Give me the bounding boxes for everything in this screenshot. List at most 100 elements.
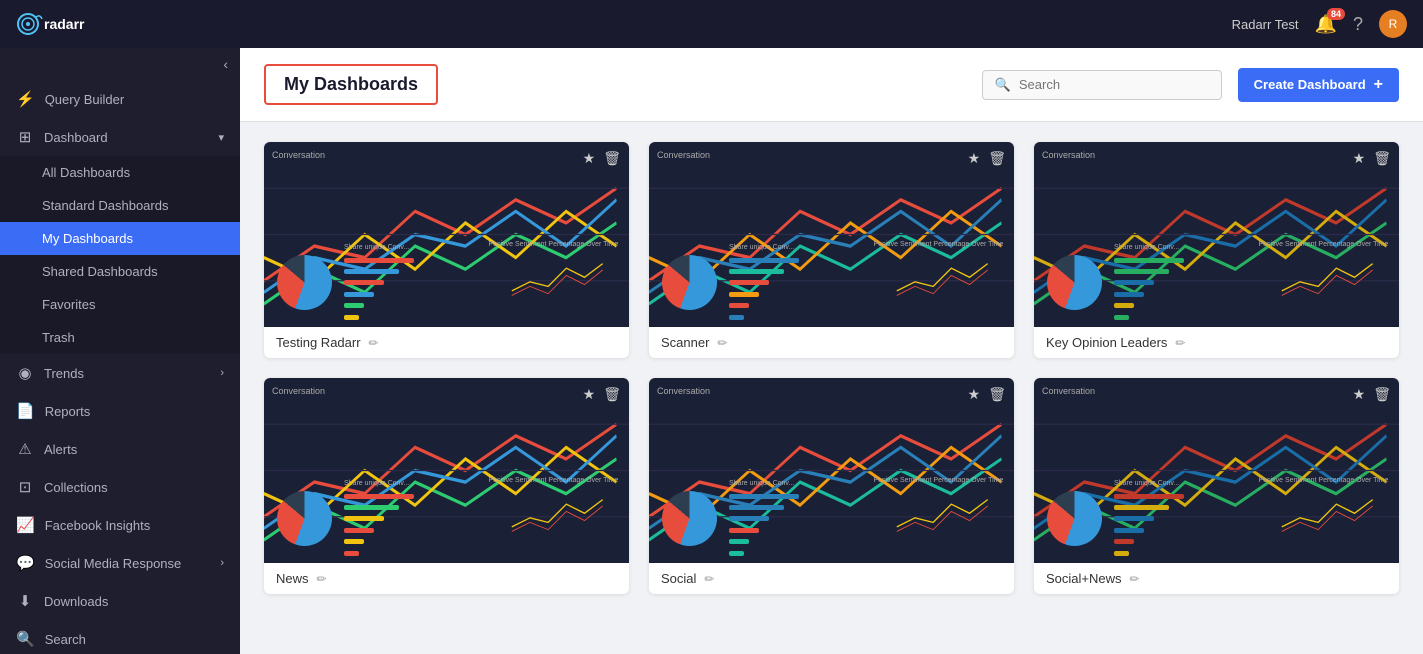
bar-fill: [1114, 258, 1184, 263]
sidebar-item-reports[interactable]: 📄 Reports: [0, 392, 240, 430]
bar-row: [344, 505, 481, 510]
donut-chart: [662, 491, 717, 546]
bar-row: [1114, 258, 1251, 263]
edit-icon[interactable]: ✏: [369, 336, 379, 350]
dashboard-card[interactable]: ★ 🗑 Conversation: [264, 378, 629, 594]
bar-row: [729, 303, 866, 308]
bar-fill: [1114, 516, 1154, 521]
sidebar-item-collections[interactable]: ⊡ Collections: [0, 468, 240, 506]
sidebar-item-facebook-insights[interactable]: 📈 Facebook Insights: [0, 506, 240, 544]
edit-icon[interactable]: ✏: [717, 336, 727, 350]
mini-chart: Conversation: [1034, 142, 1399, 327]
chart-bottom: Share unique Conv...: [264, 473, 629, 563]
svg-text:radarr: radarr: [44, 16, 85, 32]
sidebar-item-dashboard[interactable]: ⊞ Dashboard ▾: [0, 118, 240, 156]
bar-row: Share unique Conv...: [344, 480, 481, 487]
bar-row: [344, 258, 481, 263]
sidebar-item-trash[interactable]: Trash: [0, 321, 240, 354]
chart-label: Conversation: [657, 150, 710, 160]
bar-row: [729, 516, 866, 521]
dashboard-card[interactable]: ★ 🗑 Conversation: [649, 378, 1014, 594]
sidebar-item-shared-dashboards[interactable]: Shared Dashboards: [0, 255, 240, 288]
search-input[interactable]: [1019, 77, 1209, 92]
bar-label: Share unique Conv...: [1114, 244, 1184, 251]
sidebar-item-favorites[interactable]: Favorites: [0, 288, 240, 321]
bar-row: [1114, 539, 1251, 544]
positive-sentiment-label: Positive Sentiment Percentage Over Time: [874, 241, 1011, 248]
sidebar-item-alerts[interactable]: ⚠ Alerts: [0, 430, 240, 468]
positive-sentiment-label: Positive Sentiment Percentage Over Time: [874, 477, 1011, 484]
bar-row: [729, 280, 866, 285]
positive-sentiment-label: Positive Sentiment Percentage Over Time: [1259, 241, 1396, 248]
sidebar-item-standard-dashboards[interactable]: Standard Dashboards: [0, 189, 240, 222]
sidebar: ‹ ⚡ Query Builder ⊞ Dashboard ▾ All Dash…: [0, 0, 240, 654]
dashboard-name: Social: [661, 571, 696, 586]
collapse-button[interactable]: ‹: [223, 56, 228, 72]
page-title: My Dashboards: [284, 74, 418, 94]
card-thumbnail: ★ 🗑 Conversation: [264, 142, 629, 327]
notification-bell[interactable]: 🔔 84: [1315, 14, 1337, 35]
edit-icon[interactable]: ✏: [704, 572, 714, 586]
bar-row: [344, 292, 481, 297]
bar-row: [1114, 494, 1251, 499]
edit-icon[interactable]: ✏: [1175, 336, 1185, 350]
sidebar-item-label: Social Media Response: [45, 556, 182, 571]
sidebar-item-trends[interactable]: ◉ Trends ›: [0, 354, 240, 392]
sidebar-item-downloads[interactable]: ⬇ Downloads: [0, 582, 240, 620]
bar-area: Share unique Conv...: [729, 237, 874, 327]
collections-icon: ⊡: [16, 478, 34, 496]
bar-area: Share unique Conv...: [1114, 237, 1259, 327]
bar-row: [344, 280, 481, 285]
bar-label: Share unique Conv...: [729, 244, 799, 251]
bar-fill: [1114, 292, 1144, 297]
dashboard-card[interactable]: ★ 🗑 Conversation: [264, 142, 629, 358]
sidebar-item-query-builder[interactable]: ⚡ Query Builder: [0, 80, 240, 118]
search-box: 🔍: [982, 70, 1222, 100]
bar-fill: [729, 280, 769, 285]
bar-fill: [344, 551, 359, 556]
bar-area: Share unique Conv...: [1114, 473, 1259, 563]
user-avatar[interactable]: R: [1379, 10, 1407, 38]
chart-bottom: Share unique Conv...: [649, 473, 1014, 563]
bar-fill: [1114, 315, 1129, 320]
dashboard-card[interactable]: ★ 🗑 Conversation: [1034, 142, 1399, 358]
bar-fill: [344, 505, 399, 510]
sidebar-item-all-dashboards[interactable]: All Dashboards: [0, 156, 240, 189]
page-title-box: My Dashboards: [264, 64, 438, 105]
bar-fill: [344, 258, 414, 263]
bar-label: Share unique Conv...: [344, 244, 414, 251]
bar-row: [344, 315, 481, 320]
search-icon: 🔍: [995, 77, 1011, 93]
sub-item-label: Standard Dashboards: [42, 198, 168, 213]
positive-sentiment-label: Positive Sentiment Percentage Over Time: [489, 241, 626, 248]
donut-chart: [277, 255, 332, 310]
sidebar-item-social-media-response[interactable]: 💬 Social Media Response ›: [0, 544, 240, 582]
bar-fill: [729, 292, 759, 297]
bar-area: Share unique Conv...: [344, 237, 489, 327]
donut-area: [264, 237, 344, 327]
bar-fill: [1114, 280, 1154, 285]
edit-icon[interactable]: ✏: [1130, 572, 1140, 586]
bar-row: [729, 292, 866, 297]
dashboard-card[interactable]: ★ 🗑 Conversation: [1034, 378, 1399, 594]
create-dashboard-button[interactable]: Create Dashboard +: [1238, 68, 1399, 102]
card-thumbnail: ★ 🗑 Conversation: [1034, 142, 1399, 327]
chevron-right-icon: ›: [220, 557, 224, 569]
bar-fill: [1114, 528, 1144, 533]
bar-row: [344, 539, 481, 544]
edit-icon[interactable]: ✏: [317, 572, 327, 586]
dashboard-name: Testing Radarr: [276, 335, 361, 350]
sentiment-sparkline: [489, 486, 626, 536]
sidebar-collapse: ‹: [0, 48, 240, 80]
dashboard-card[interactable]: ★ 🗑 Conversation: [649, 142, 1014, 358]
donut-area: [649, 473, 729, 563]
sidebar-item-search[interactable]: 🔍 Search: [0, 620, 240, 654]
bar-fill: [729, 516, 769, 521]
sidebar-item-my-dashboards[interactable]: My Dashboards: [0, 222, 240, 255]
chart-label: Conversation: [1042, 386, 1095, 396]
chart-bottom: Share unique Conv...: [1034, 473, 1399, 563]
help-icon[interactable]: ?: [1353, 14, 1363, 35]
social-media-response-icon: 💬: [16, 554, 35, 572]
sidebar-item-label: Reports: [45, 404, 91, 419]
mini-chart: Conversation: [264, 142, 629, 327]
